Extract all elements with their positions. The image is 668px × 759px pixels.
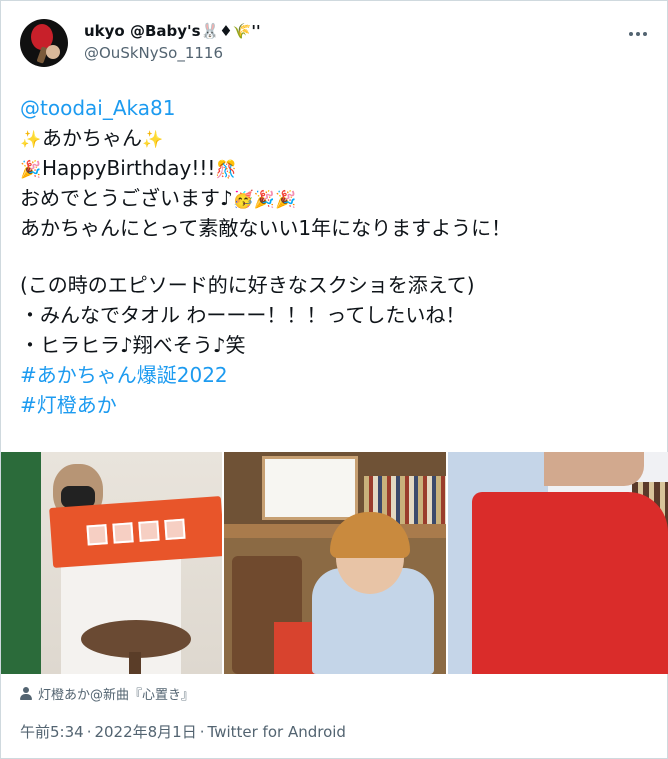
mention-link[interactable]: @toodai_Aka81 bbox=[20, 96, 175, 120]
tweet-line-6: (この時のエピソード的に好きなスクショを添えて) bbox=[20, 270, 650, 300]
tweet-line-3: 🎉HappyBirthday!!!🎊 bbox=[20, 153, 650, 183]
author-handle[interactable]: @OuSkNySo_1116 bbox=[84, 44, 223, 62]
author-display-name[interactable]: ukyo @Baby's🐰♦🌾'' bbox=[84, 22, 261, 40]
more-options-button[interactable] bbox=[623, 23, 653, 45]
tweet-text-segment: (この時のエピソード的に好きなスクショを添えて) bbox=[20, 273, 475, 297]
more-dot-icon bbox=[636, 32, 640, 36]
photo-towel bbox=[49, 496, 223, 568]
photo-red-skirt bbox=[471, 492, 668, 674]
tweet-text-segment: ・ヒラヒラ♪翔べそう♪笑 bbox=[20, 333, 246, 357]
tweet-text-segment: おめでとうございます♪ bbox=[20, 186, 233, 210]
photo-1[interactable] bbox=[1, 452, 223, 674]
sparkles-icon: ✨ bbox=[20, 130, 42, 150]
tweet-source[interactable]: Twitter for Android bbox=[208, 723, 346, 741]
display-name-text: ukyo @Baby's bbox=[84, 22, 201, 40]
media-grid bbox=[1, 452, 668, 674]
towel-pattern bbox=[112, 522, 134, 544]
tweet-line-hashtag-2: #灯橙あか bbox=[20, 390, 650, 420]
towel-pattern bbox=[86, 524, 108, 546]
tweet-meta: 午前5:34 · 2022年8月1日 · Twitter for Android bbox=[20, 721, 346, 742]
photo-2[interactable] bbox=[224, 452, 446, 674]
meta-separator: · bbox=[199, 723, 205, 741]
tweet-line-2: ✨あかちゃん✨ bbox=[20, 123, 650, 153]
tagged-users[interactable]: 灯橙あか@新曲『心置き』 bbox=[20, 684, 195, 703]
tweet-line-8: ・ヒラヒラ♪翔べそう♪笑 bbox=[20, 330, 650, 360]
more-dot-icon bbox=[629, 32, 633, 36]
tweet-line-5: あかちゃんにとって素敵ないい1年になりますように！ bbox=[20, 213, 650, 243]
towel-pattern bbox=[138, 520, 160, 542]
photo-background bbox=[1, 452, 41, 674]
tweet-text-segment: HappyBirthday!!! bbox=[42, 156, 216, 180]
towel-pattern bbox=[164, 518, 186, 541]
hashtag-link[interactable]: #灯橙あか bbox=[20, 393, 117, 417]
avatar-hand bbox=[46, 45, 60, 59]
person-icon bbox=[20, 686, 32, 700]
party-face-icon: 🥳🎉🎉 bbox=[232, 190, 297, 210]
tweet-time[interactable]: 午前5:34 bbox=[20, 723, 84, 741]
tagged-user-name: 灯橙あか@新曲『心置き』 bbox=[38, 687, 195, 703]
photo-arm bbox=[543, 452, 644, 486]
tweet-date[interactable]: 2022年8月1日 bbox=[94, 723, 196, 741]
tweet-line-mention: @toodai_Aka81 bbox=[20, 93, 650, 123]
tweet-line-4: おめでとうございます♪🥳🎉🎉 bbox=[20, 183, 650, 213]
person-icon-body bbox=[20, 693, 32, 700]
tweet-text-segment: あかちゃん bbox=[42, 126, 142, 150]
more-dot-icon bbox=[643, 32, 647, 36]
hashtag-link[interactable]: #あかちゃん爆誕2022 bbox=[20, 363, 228, 387]
avatar[interactable] bbox=[20, 19, 68, 67]
meta-separator: · bbox=[86, 723, 92, 741]
tweet-text: @toodai_Aka81 ✨あかちゃん✨ 🎉HappyBirthday!!!🎊… bbox=[20, 93, 650, 420]
confetti-ball-icon: 🎊 bbox=[215, 160, 237, 180]
tweet-text-segment: あかちゃんにとって素敵ないい1年になりますように！ bbox=[20, 216, 512, 240]
person-icon-head bbox=[23, 686, 29, 693]
sparkles-icon: ✨ bbox=[142, 130, 164, 150]
tweet-card: ukyo @Baby's🐰♦🌾'' @OuSkNySo_1116 @toodai… bbox=[0, 0, 668, 759]
photo-stool-leg bbox=[129, 652, 141, 674]
display-name-emoji: 🐰♦🌾'' bbox=[200, 22, 261, 40]
tweet-line-hashtag-1: #あかちゃん爆誕2022 bbox=[20, 360, 650, 390]
party-popper-icon: 🎉 bbox=[20, 160, 42, 180]
tweet-line-7: ・みんなでタオル わーーー！！！ってしたいね！ bbox=[20, 300, 650, 330]
photo-3[interactable] bbox=[447, 452, 668, 674]
tweet-text-segment: ・みんなでタオル わーーー！！！ってしたいね！ bbox=[20, 303, 466, 327]
photo-whiteboard bbox=[262, 456, 359, 520]
